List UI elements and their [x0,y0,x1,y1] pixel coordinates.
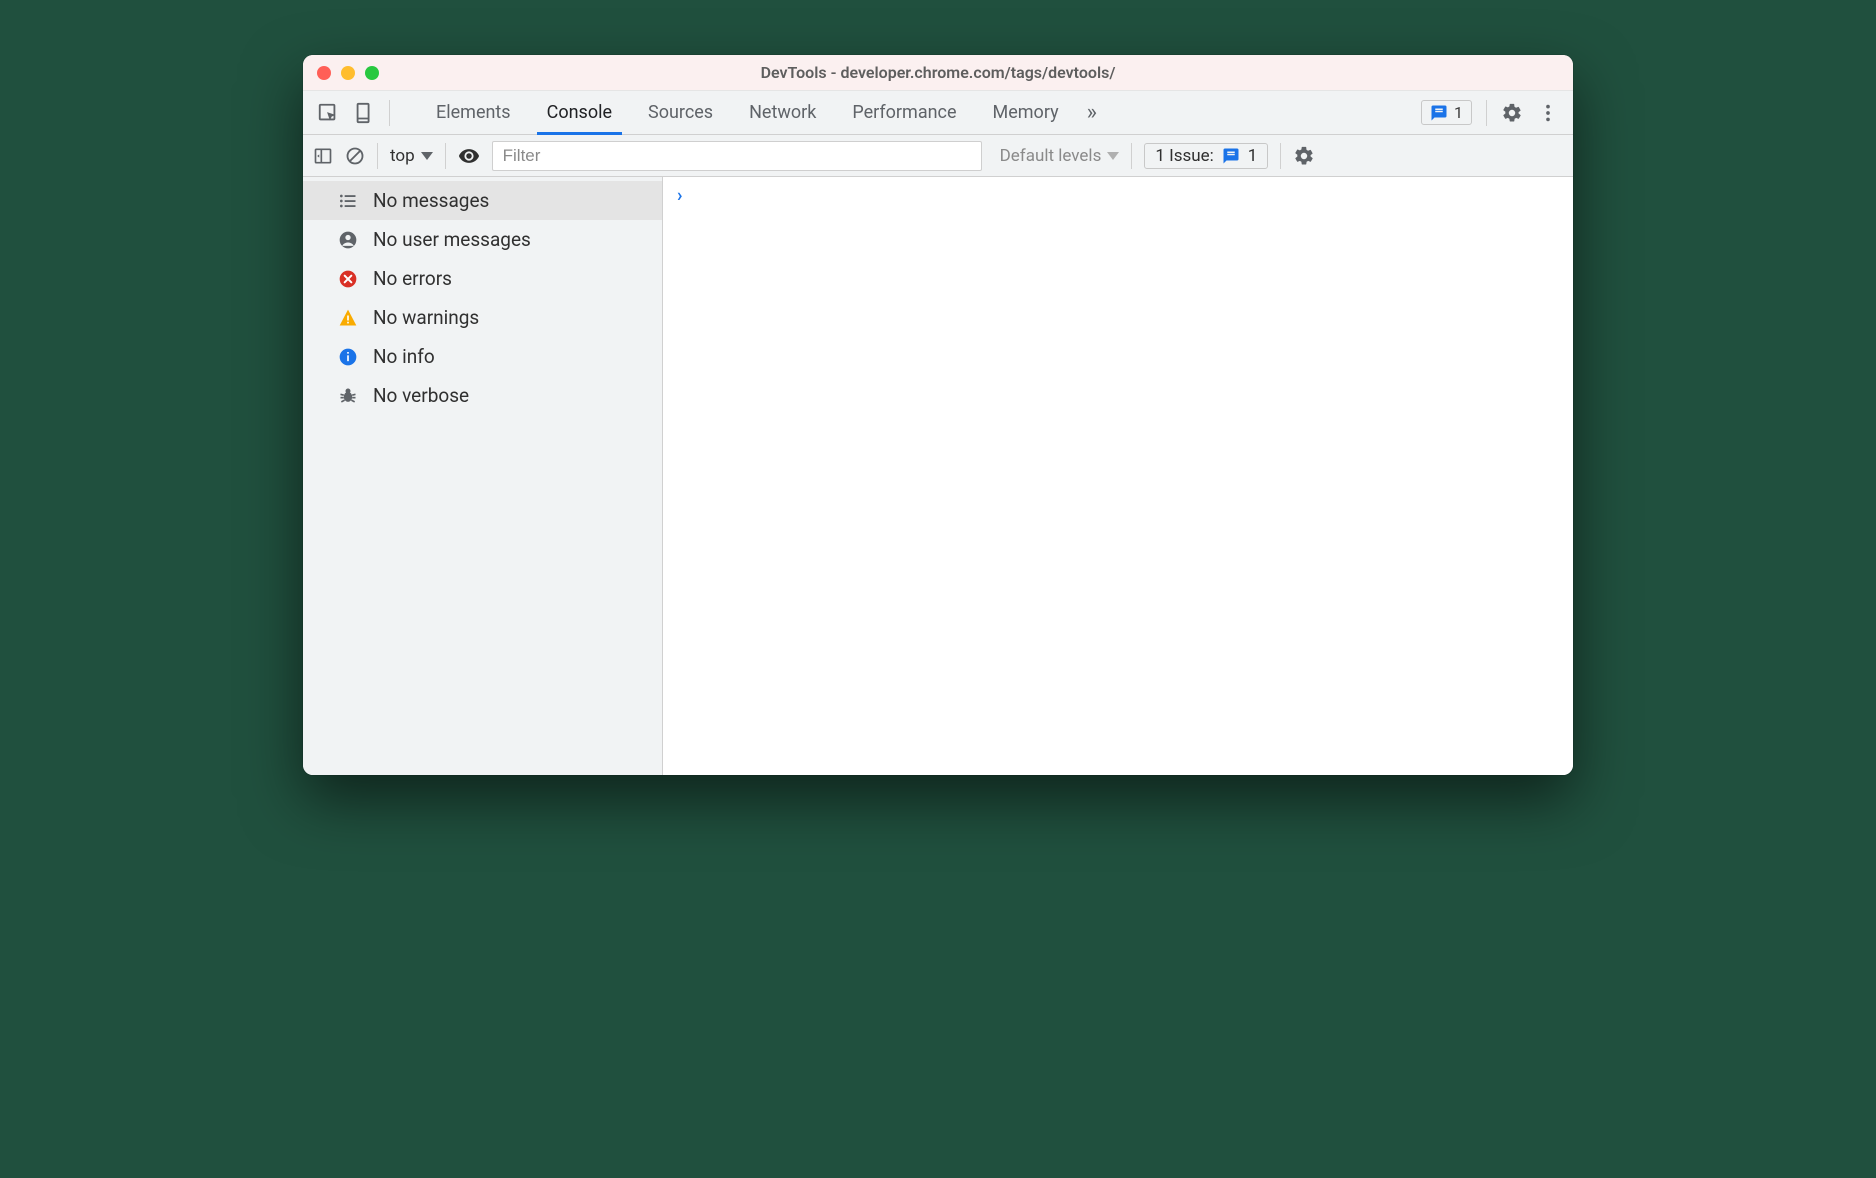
tab-label: Memory [993,102,1059,123]
sidebar-item-label: No verbose [373,384,469,407]
messages-badge[interactable]: 1 [1421,100,1472,125]
tab-console[interactable]: Console [529,91,630,134]
sidebar-item-errors[interactable]: No errors [303,259,662,298]
bug-icon [337,385,359,407]
sidebar-item-messages[interactable]: No messages [303,181,662,220]
tab-performance[interactable]: Performance [834,91,974,134]
more-options-icon[interactable] [1537,102,1559,124]
tabs-overflow-button[interactable]: » [1077,91,1107,134]
tab-elements[interactable]: Elements [418,91,529,134]
tab-label: Performance [852,102,956,123]
divider [389,100,390,126]
device-toolbar-icon[interactable] [353,102,375,124]
tab-sources[interactable]: Sources [630,91,731,134]
divider [1131,143,1132,169]
error-icon [337,268,359,290]
issues-count: 1 [1248,146,1258,166]
levels-label: Default levels [1000,146,1102,166]
context-label: top [390,146,415,166]
minimize-window-button[interactable] [341,66,355,80]
user-icon [337,229,359,251]
overflow-label: » [1087,100,1097,125]
chevron-down-icon [421,152,433,160]
tab-label: Network [749,102,816,123]
inspect-element-icon[interactable] [317,102,339,124]
info-icon [337,346,359,368]
sidebar-item-warnings[interactable]: No warnings [303,298,662,337]
tab-label: Sources [648,102,713,123]
divider [377,143,378,169]
maximize-window-button[interactable] [365,66,379,80]
tab-label: Console [547,102,612,123]
sidebar-item-label: No messages [373,189,489,212]
settings-icon[interactable] [1501,102,1523,124]
sidebar-item-info[interactable]: No info [303,337,662,376]
list-icon [337,190,359,212]
tab-memory[interactable]: Memory [975,91,1077,134]
clear-console-icon[interactable] [345,146,365,166]
live-expression-icon[interactable] [458,145,480,167]
chat-icon [1430,104,1448,122]
main-tabstrip: Elements Console Sources Network Perform… [303,91,1573,135]
warning-icon [337,307,359,329]
sidebar-item-user-messages[interactable]: No user messages [303,220,662,259]
close-window-button[interactable] [317,66,331,80]
tab-label: Elements [436,102,511,123]
console-sidebar: No messages No user messages No errors N… [303,177,663,775]
divider [1280,143,1281,169]
divider [1486,100,1487,126]
window-title: DevTools - developer.chrome.com/tags/dev… [303,63,1573,82]
badge-count: 1 [1454,103,1463,122]
console-settings-icon[interactable] [1293,145,1315,167]
sidebar-item-verbose[interactable]: No verbose [303,376,662,415]
log-levels-select[interactable]: Default levels [1000,146,1120,166]
devtools-window: DevTools - developer.chrome.com/tags/dev… [303,55,1573,775]
console-main: No messages No user messages No errors N… [303,177,1573,775]
console-output[interactable]: › [663,177,1573,775]
divider [445,143,446,169]
chevron-down-icon [1107,152,1119,160]
traffic-lights [303,66,379,80]
issues-button[interactable]: 1 Issue: 1 [1144,143,1268,169]
console-toolbar: top Default levels 1 Issue: 1 [303,135,1573,177]
issues-label: 1 Issue: [1155,146,1213,166]
execution-context-select[interactable]: top [390,146,433,166]
sidebar-item-label: No warnings [373,306,479,329]
chat-icon [1222,147,1240,165]
sidebar-item-label: No user messages [373,228,531,251]
sidebar-item-label: No info [373,345,435,368]
filter-input[interactable] [492,141,982,171]
console-prompt-icon: › [677,185,682,206]
titlebar: DevTools - developer.chrome.com/tags/dev… [303,55,1573,91]
toggle-sidebar-icon[interactable] [313,146,333,166]
sidebar-item-label: No errors [373,267,452,290]
tab-network[interactable]: Network [731,91,834,134]
